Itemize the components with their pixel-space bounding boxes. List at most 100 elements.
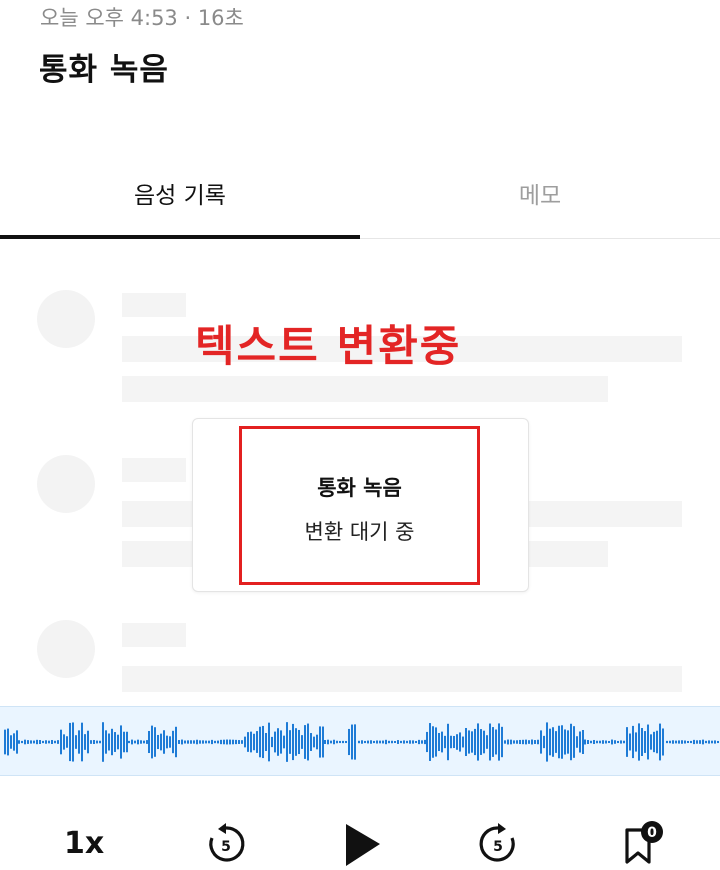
tab-memo[interactable]: 메모 <box>360 160 720 238</box>
waveform-bar <box>412 740 414 744</box>
play-button[interactable] <box>344 822 384 870</box>
waveform-bar <box>220 739 222 745</box>
waveform-bar <box>10 735 12 749</box>
waveform-bar <box>573 726 575 758</box>
waveform-bar <box>418 739 420 745</box>
skeleton-line <box>122 376 608 402</box>
waveform-bar <box>190 740 192 744</box>
waveform-bar <box>549 728 551 756</box>
forward-5-button[interactable]: 5 <box>476 822 520 870</box>
waveform-bar <box>373 740 375 744</box>
waveform-bar <box>226 739 228 745</box>
forward-5-icon: 5 <box>479 823 515 862</box>
waveform-bar <box>123 731 125 753</box>
waveform-bar <box>181 739 183 745</box>
waveform-bar <box>480 729 482 755</box>
annotation-highlight-box <box>239 426 480 585</box>
waveform-bar <box>157 734 159 750</box>
waveform-bar <box>7 728 9 756</box>
waveform-bar <box>241 740 243 744</box>
waveform-bar <box>421 740 423 744</box>
waveform-bar <box>253 733 255 751</box>
waveform-bar <box>208 740 210 744</box>
waveform-bar <box>690 740 692 744</box>
skeleton-line <box>122 458 186 482</box>
waveform-bar <box>63 734 65 750</box>
status-card-title: 통화 녹음 <box>317 476 402 500</box>
waveform-bar <box>397 740 399 744</box>
waveform-bar <box>244 736 246 748</box>
waveform-bar <box>426 731 428 753</box>
waveform-bar <box>602 740 604 744</box>
waveform-bar <box>483 730 485 754</box>
waveform-bar <box>587 740 589 744</box>
waveform-bar <box>570 723 572 761</box>
waveform-bar <box>196 739 198 745</box>
waveform-bar <box>193 740 195 744</box>
waveform-bar <box>286 722 288 762</box>
waveform-bar <box>268 722 270 762</box>
waveform-bar <box>105 730 107 754</box>
waveform-bar <box>160 733 162 751</box>
waveform-bar <box>705 740 707 744</box>
tab-voice-record[interactable]: 음성 기록 <box>0 160 360 238</box>
waveform-bar <box>424 739 426 745</box>
waveform-bar <box>525 739 527 745</box>
waveform-bar <box>211 739 213 745</box>
waveform-bar <box>330 740 332 744</box>
waveform-bar <box>708 740 710 744</box>
waveform-bar <box>471 731 473 753</box>
waveform-bar <box>534 740 536 744</box>
waveform-bar <box>678 740 680 744</box>
status-card-status: 변환 대기 중 <box>304 520 415 544</box>
waveform-bar <box>151 725 153 759</box>
waveform-bar <box>4 729 6 755</box>
waveform-bar <box>54 740 56 744</box>
waveform-bar <box>33 740 35 744</box>
waveform-bar <box>584 739 586 745</box>
waveform-bar <box>90 740 92 744</box>
waveform-bar <box>528 740 530 744</box>
waveform-bar <box>140 740 142 744</box>
waveform-bar <box>169 736 171 748</box>
waveform-bar <box>316 734 318 750</box>
waveform[interactable] <box>0 706 720 776</box>
waveform-bar <box>120 725 122 759</box>
waveform-bar <box>558 725 560 759</box>
waveform-bar <box>358 740 360 744</box>
waveform-bar <box>531 739 533 745</box>
waveform-bar <box>45 740 47 744</box>
waveform-bar <box>342 740 344 744</box>
waveform-bar <box>608 740 610 744</box>
waveform-bar <box>99 740 101 744</box>
waveform-bar <box>376 740 378 744</box>
waveform-bar <box>333 739 335 745</box>
waveform-bar <box>327 739 329 745</box>
waveform-bar <box>66 736 68 748</box>
waveform-bar <box>128 740 130 744</box>
waveform-bar <box>510 739 512 745</box>
skeleton-avatar <box>37 620 95 678</box>
waveform-bar <box>444 735 446 749</box>
waveform-bar <box>513 740 515 744</box>
waveform-bar <box>307 723 309 761</box>
bookmark-button[interactable]: 0 <box>620 820 668 870</box>
playback-speed-button[interactable]: 1x <box>64 826 104 861</box>
waveform-bar <box>477 723 479 761</box>
waveform-bar <box>693 739 695 745</box>
waveform-bar <box>516 740 518 744</box>
waveform-bar <box>394 740 396 744</box>
waveform-bar <box>699 740 701 744</box>
rewind-5-button[interactable]: 5 <box>204 822 248 870</box>
waveform-bar <box>143 740 145 744</box>
waveform-bar <box>21 740 23 744</box>
waveform-bar <box>223 739 225 745</box>
waveform-bar <box>450 735 452 749</box>
waveform-bar <box>214 740 216 744</box>
recording-meta: 오늘 오후 4:53 · 16초 <box>40 6 244 30</box>
skeleton-line <box>122 293 186 317</box>
waveform-bar <box>498 723 500 761</box>
waveform-bar <box>178 740 180 744</box>
waveform-bar <box>265 732 267 752</box>
waveform-bar <box>687 740 689 744</box>
